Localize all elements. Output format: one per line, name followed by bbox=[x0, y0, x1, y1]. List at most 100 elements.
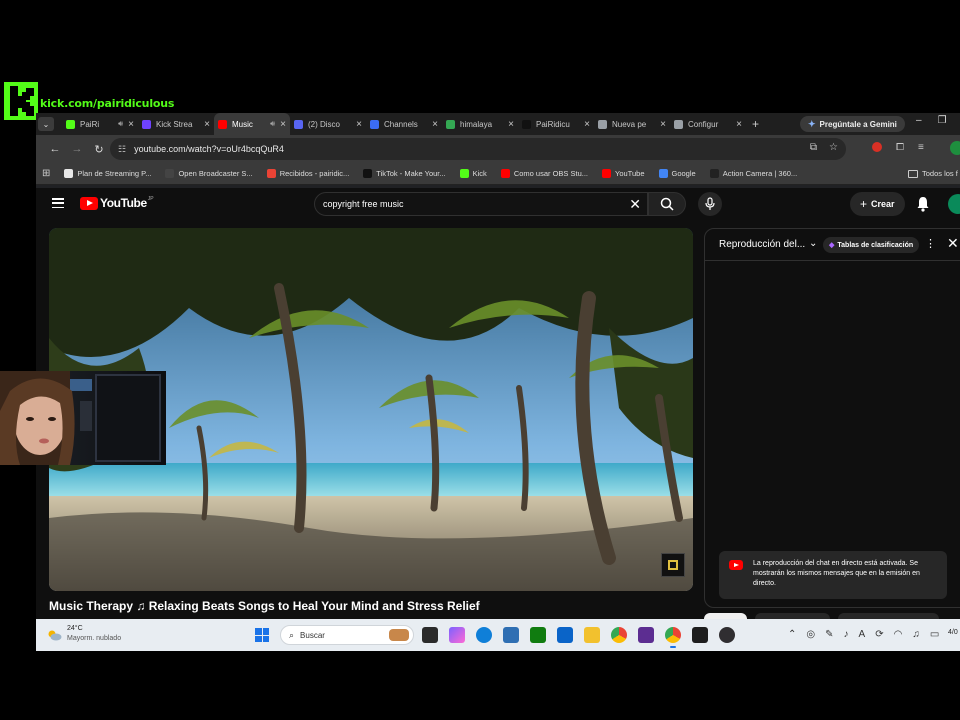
new-tab-button[interactable]: + bbox=[752, 117, 759, 131]
bookmark-item[interactable]: Action Camera | 360... bbox=[709, 169, 797, 178]
weather-condition: Mayorm. nublado bbox=[67, 635, 122, 642]
tab-3[interactable]: (2) Disco × bbox=[290, 113, 366, 135]
tab-close-icon[interactable]: × bbox=[128, 119, 134, 130]
battery-icon[interactable]: ▭ bbox=[930, 629, 939, 640]
bookmark-item[interactable]: Plan de Streaming P... bbox=[64, 169, 151, 178]
tab-audio-icon[interactable]: 🔊︎ bbox=[118, 119, 123, 129]
store-icon[interactable] bbox=[503, 627, 519, 643]
edge-icon[interactable] bbox=[476, 627, 492, 643]
file-explorer-icon[interactable] bbox=[584, 627, 600, 643]
youtube-page: YouTube JP copyright free music ✕ + Crea… bbox=[36, 188, 960, 619]
channel-watermark-icon[interactable] bbox=[661, 553, 685, 577]
tray-pen-icon[interactable]: ✎ bbox=[825, 629, 833, 640]
tab-6[interactable]: PaiRidicu × bbox=[518, 113, 594, 135]
bookmark-favicon-icon bbox=[165, 169, 175, 178]
kick-logo-icon bbox=[4, 82, 38, 120]
youtube-logo-text: YouTube bbox=[100, 196, 147, 210]
bookmark-item[interactable]: Recibidos - pairidic... bbox=[266, 169, 349, 178]
chrome-icon[interactable] bbox=[611, 627, 627, 643]
obs-icon[interactable] bbox=[719, 627, 735, 643]
tab-7[interactable]: Nueva pe × bbox=[594, 113, 670, 135]
search-query[interactable]: copyright free music bbox=[323, 199, 404, 209]
app-icon[interactable] bbox=[638, 627, 654, 643]
leaderboard-button[interactable]: ◆ Tablas de clasificación bbox=[823, 237, 920, 253]
volume-icon[interactable]: ♫ bbox=[912, 629, 920, 640]
tab-close-icon[interactable]: × bbox=[432, 119, 438, 130]
tab-close-icon[interactable]: × bbox=[508, 119, 514, 130]
chrome-active-icon[interactable] bbox=[665, 627, 681, 648]
tab-2[interactable]: Music 🔊︎ × bbox=[214, 113, 290, 135]
tune-icon[interactable]: ☷ bbox=[118, 144, 126, 155]
record-extension-icon[interactable] bbox=[872, 142, 882, 152]
tab-favicon-icon bbox=[598, 119, 607, 129]
terminal-icon[interactable] bbox=[692, 627, 708, 643]
clear-search-icon[interactable]: ✕ bbox=[629, 196, 641, 213]
bookmark-item[interactable]: Kick bbox=[459, 169, 487, 178]
weather-widget[interactable]: 24°C Mayorm. nublado bbox=[46, 624, 121, 644]
address-bar[interactable]: ☷ youtube.com/watch?v=oUr4bcqQuR4 ⧉ ☆ bbox=[110, 138, 846, 160]
all-bookmarks[interactable]: Todos los f bbox=[908, 169, 958, 178]
apps-grid-icon[interactable]: ⊞ bbox=[42, 168, 50, 179]
tray-chevron-icon[interactable]: ⌃ bbox=[788, 629, 796, 640]
more-icon[interactable]: ⋮ bbox=[925, 237, 936, 250]
search-input[interactable]: copyright free music ✕ bbox=[314, 192, 648, 216]
close-icon[interactable]: ✕ bbox=[947, 235, 959, 252]
chevron-down-icon[interactable]: ⌄ bbox=[809, 238, 817, 249]
chat-header: Reproducción del... ⌄ ◆ Tablas de clasif… bbox=[705, 229, 960, 261]
tab-0[interactable]: PaiRi 🔊︎ × bbox=[62, 113, 138, 135]
copilot-icon[interactable] bbox=[449, 627, 465, 643]
tab-close-icon[interactable]: × bbox=[356, 119, 362, 130]
tab-close-icon[interactable]: × bbox=[736, 119, 742, 130]
outlook-icon[interactable] bbox=[557, 627, 573, 643]
window-controls: – ❐ bbox=[916, 115, 947, 126]
forward-icon[interactable]: → bbox=[66, 143, 88, 155]
maximize-icon[interactable]: ❐ bbox=[938, 115, 947, 126]
search-button[interactable] bbox=[648, 192, 686, 216]
address-url[interactable]: youtube.com/watch?v=oUr4bcqQuR4 bbox=[134, 144, 284, 154]
windows-start-icon[interactable] bbox=[255, 628, 269, 642]
bookmark-item[interactable]: Open Broadcaster S... bbox=[165, 169, 253, 178]
bookmark-item[interactable]: YouTube bbox=[602, 169, 645, 178]
profile-avatar[interactable] bbox=[950, 141, 960, 155]
bookmark-star-icon[interactable]: ☆ bbox=[829, 142, 838, 153]
tab-close-icon[interactable]: × bbox=[584, 119, 590, 130]
chat-title[interactable]: Reproducción del... bbox=[719, 239, 805, 250]
tab-close-icon[interactable]: × bbox=[660, 119, 666, 130]
tray-app-icon[interactable]: ◎ bbox=[806, 629, 815, 640]
cast-icon[interactable]: ⧉ bbox=[810, 142, 817, 153]
create-button[interactable]: + Crear bbox=[850, 192, 905, 216]
task-view-icon[interactable] bbox=[422, 627, 438, 643]
bookmark-item[interactable]: Google bbox=[658, 169, 696, 178]
gemini-button[interactable]: ✦ Pregúntale a Gemini bbox=[800, 116, 905, 132]
tab-close-icon[interactable]: × bbox=[204, 119, 210, 130]
tab-1[interactable]: Kick Strea × bbox=[138, 113, 214, 135]
bookmark-item[interactable]: Como usar OBS Stu... bbox=[500, 169, 588, 178]
tab-5[interactable]: himalaya × bbox=[442, 113, 518, 135]
back-icon[interactable]: ← bbox=[44, 143, 66, 155]
voice-search-button[interactable] bbox=[698, 192, 722, 216]
youtube-logo[interactable]: YouTube JP bbox=[80, 196, 154, 210]
tab-8[interactable]: Configur × bbox=[670, 113, 746, 135]
tab-close-icon[interactable]: × bbox=[280, 119, 286, 130]
tray-sync-icon[interactable]: ⟳ bbox=[875, 629, 883, 640]
extensions-icon[interactable]: ⧠ bbox=[896, 142, 904, 153]
tab-audio-icon[interactable]: 🔊︎ bbox=[270, 119, 275, 129]
tray-language-icon[interactable]: A bbox=[859, 629, 866, 640]
tab-4[interactable]: Channels × bbox=[366, 113, 442, 135]
tab-search-button[interactable]: ⌄ bbox=[38, 117, 54, 131]
xbox-icon[interactable] bbox=[530, 627, 546, 643]
tab-title: Channels bbox=[384, 119, 418, 129]
wifi-icon[interactable]: ◠ bbox=[894, 629, 903, 640]
bookmark-item[interactable]: TikTok - Make Your... bbox=[363, 169, 446, 178]
browser-toolbar: ← → ↻ ☷ youtube.com/watch?v=oUr4bcqQuR4 … bbox=[36, 135, 960, 163]
notifications-button[interactable] bbox=[916, 196, 930, 217]
taskbar-clock[interactable]: 4/0 bbox=[948, 629, 958, 636]
taskbar-search[interactable]: ⌕ Buscar bbox=[280, 625, 414, 645]
reading-list-icon[interactable]: ≡ bbox=[918, 142, 924, 153]
account-avatar[interactable] bbox=[948, 194, 960, 214]
hamburger-icon[interactable] bbox=[52, 198, 64, 208]
minimize-icon[interactable]: – bbox=[916, 115, 922, 126]
youtube-play-icon bbox=[80, 196, 98, 210]
tray-mic-icon[interactable]: ♪ bbox=[844, 629, 849, 640]
reload-icon[interactable]: ↻ bbox=[88, 143, 110, 156]
